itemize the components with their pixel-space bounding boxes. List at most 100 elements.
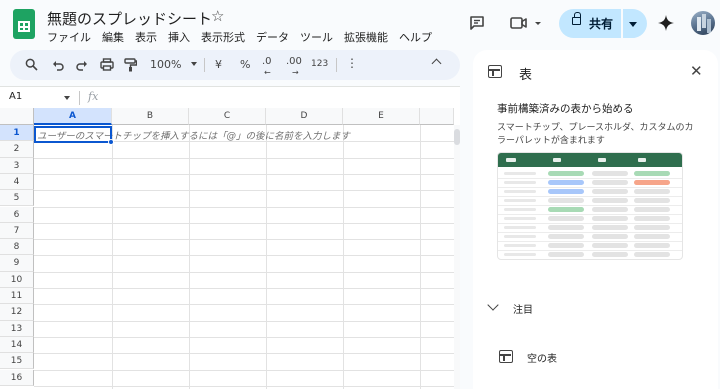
preview-text-bar [504,217,536,220]
name-box[interactable]: A1 [9,91,22,102]
video-call-icon[interactable] [510,15,544,31]
increase-decimal-arrow-icon: → [292,68,299,77]
row-header-12[interactable]: 12 [0,304,34,321]
menu-view[interactable]: 表示 [135,29,157,45]
panel-description: スマートチップ、プレースホルダ、カスタムのカラーパレットが含まれます [497,123,694,146]
menu-help[interactable]: ヘルプ [399,29,432,45]
row-header-3[interactable]: 3 [0,157,34,174]
undo-icon[interactable] [52,59,64,71]
panel-heading: 事前構築済みの表から始める [497,103,634,115]
row-header-5[interactable]: 5 [0,190,34,207]
column-header-a[interactable]: A [34,108,112,125]
row-header-1[interactable]: 1 [0,125,34,142]
row-header-15[interactable]: 15 [0,353,34,370]
scrollbar-thumb[interactable] [454,129,460,145]
close-icon[interactable]: ✕ [690,62,703,80]
account-avatar[interactable] [691,11,715,35]
menu-bar: ファイル 編集 表示 挿入 表示形式 データ ツール 拡張機能 ヘルプ [47,29,443,45]
spreadsheet-grid[interactable]: A B C D E 1 2 3 4 5 6 7 8 9 10 11 12 13 14 15 16 ユーザーのス… [0,108,460,389]
row-line [34,353,454,355]
gemini-sparkle-icon[interactable] [657,14,675,32]
zoom-select[interactable]: 100% [150,58,181,71]
selected-cell-a1[interactable] [34,126,112,143]
currency-format-button[interactable]: ¥ [215,58,222,71]
collapse-toolbar-icon[interactable] [431,58,442,69]
name-box-chevron-icon[interactable] [64,96,70,100]
preview-row-line [498,223,682,224]
column-header-d[interactable]: D [266,108,343,125]
row-header-11[interactable]: 11 [0,288,34,305]
row-header-13[interactable]: 13 [0,320,34,337]
row-header-9[interactable]: 9 [0,255,34,272]
row-header-2[interactable]: 2 [0,141,34,158]
menu-insert[interactable]: 挿入 [168,29,190,45]
more-formats-button[interactable]: 123 [311,59,328,69]
comment-history-icon[interactable] [468,14,486,32]
menu-file[interactable]: ファイル [47,29,91,45]
row-line [34,190,454,192]
preview-row-line [498,250,682,251]
preview-chip [634,216,670,221]
lock-icon [572,12,581,25]
more-vert-icon[interactable]: ⋮ [346,56,358,70]
preview-chip [592,243,628,248]
row-line [34,222,454,224]
print-icon[interactable] [100,58,114,71]
preview-chip [592,180,628,185]
redo-icon[interactable] [76,59,88,71]
column-line [112,125,113,389]
row-header-14[interactable]: 14 [0,336,34,354]
row-header-7[interactable]: 7 [0,222,34,240]
row-header-6[interactable]: 6 [0,206,34,223]
preview-text-bar [504,235,536,238]
fill-handle[interactable] [108,139,114,145]
row-header-4[interactable]: 4 [0,173,34,191]
menu-extensions[interactable]: 拡張機能 [344,29,388,45]
decrease-decimal-button[interactable]: .0 [262,56,272,67]
menu-format[interactable]: 表示形式 [201,29,245,45]
preview-text-bar [504,190,536,193]
column-line [343,125,344,389]
share-button[interactable]: 共有 [559,9,647,38]
chevron-down-icon[interactable] [487,299,499,311]
share-dropdown-icon[interactable] [629,22,637,27]
row-header-10[interactable]: 10 [0,271,34,288]
panel-title: 表 [519,68,533,83]
menu-tools[interactable]: ツール [300,29,333,45]
star-icon[interactable]: ☆ [211,7,224,25]
menu-edit[interactable]: 編集 [102,29,124,45]
row-line [34,271,454,273]
document-title[interactable]: 無題のスプレッドシート [47,8,212,29]
preview-chip [634,252,670,257]
increase-decimal-button[interactable]: .00 [286,56,302,67]
zoom-chevron-icon[interactable] [191,62,197,66]
search-icon[interactable] [25,58,38,71]
preview-chip [634,225,670,230]
percent-format-button[interactable]: % [240,58,250,71]
preview-chip [548,198,584,203]
featured-accordion[interactable]: 注目 [513,301,533,316]
select-all-corner[interactable] [0,108,34,125]
paint-format-icon[interactable] [124,58,137,72]
column-header-c[interactable]: C [189,108,266,125]
row-header-16[interactable]: 16 [0,369,34,386]
preview-chip [548,234,584,239]
share-button-label: 共有 [589,17,614,31]
vertical-scrollbar[interactable] [454,125,460,389]
preview-chip [592,234,628,239]
menu-data[interactable]: データ [256,29,289,45]
sheets-logo-icon[interactable] [13,9,35,39]
row-header-8[interactable]: 8 [0,239,34,256]
empty-table-option[interactable]: 空の表 [527,350,557,365]
column-header-b[interactable]: B [112,108,189,125]
prebuilt-table-preview[interactable] [497,152,683,260]
empty-table-icon [499,350,513,363]
table-icon [488,65,502,78]
row-line [34,255,454,257]
row-line [34,320,454,322]
preview-chip [548,189,584,194]
preview-chip [548,243,584,248]
decrease-decimal-arrow-icon: ← [264,68,271,77]
column-header-e[interactable]: E [343,108,420,125]
preview-chip [548,207,584,212]
